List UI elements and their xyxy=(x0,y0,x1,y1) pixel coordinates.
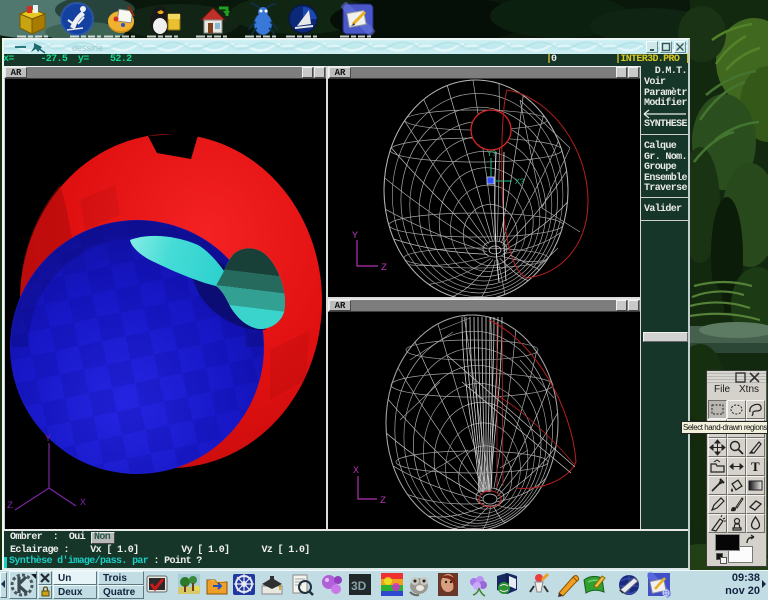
svg-text:X: X xyxy=(80,498,86,509)
svg-text:Y?: Y? xyxy=(487,150,497,159)
svg-text:T: T xyxy=(751,459,760,474)
svg-text:X: X xyxy=(353,466,359,477)
svg-text:Z: Z xyxy=(380,496,386,507)
svg-text:Y: Y xyxy=(45,434,51,445)
svg-text:Z: Z xyxy=(7,501,13,512)
svg-text:Z: Z xyxy=(381,263,387,274)
svg-text:Y: Y xyxy=(352,231,358,242)
svg-text:X?: X? xyxy=(515,178,525,187)
svg-text:3D: 3D xyxy=(351,579,367,593)
svg-text:dessine: dessine xyxy=(72,43,103,53)
